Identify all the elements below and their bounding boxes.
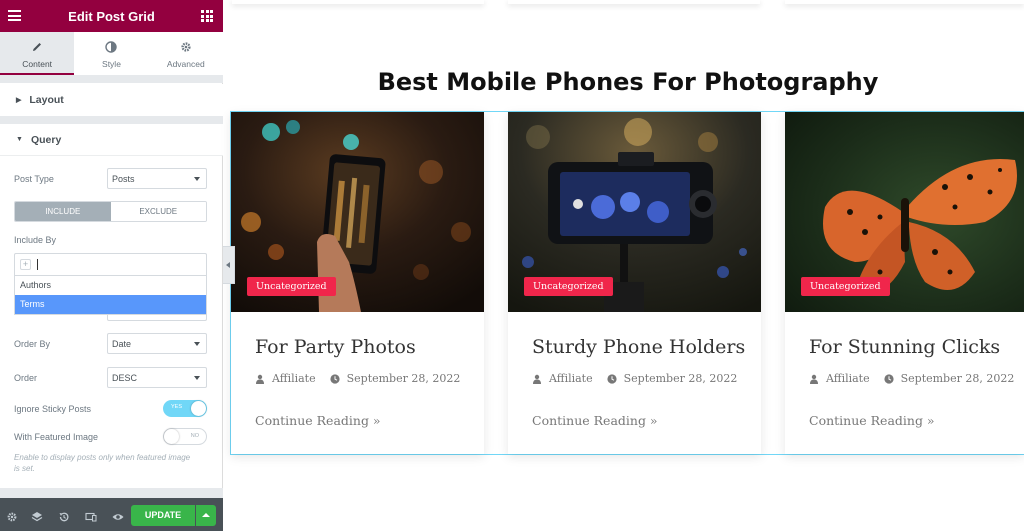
toggle-knob [191,401,206,416]
section-divider [0,488,223,498]
exclude-button[interactable]: EXCLUDE [110,202,206,221]
post-date: September 28, 2022 [623,372,738,385]
user-icon [256,374,264,384]
clock-icon [884,373,894,384]
previous-row-card [508,0,760,4]
section-divider [0,116,223,124]
panel-header: Edit Post Grid [0,0,223,32]
tab-style-label: Style [102,59,121,69]
widgets-grid-icon[interactable] [201,10,213,22]
post-title[interactable]: For Stunning Clicks [809,336,1000,358]
preview-icon[interactable] [112,511,124,523]
collapse-panel-button[interactable] [223,246,235,284]
post-meta: Affiliate September 28, 2022 [809,372,1014,385]
category-badge[interactable]: Uncategorized [524,277,613,296]
post-author[interactable]: Affiliate [272,372,316,385]
panel-title: Edit Post Grid [68,8,155,24]
order-value: DESC [112,373,138,383]
update-options-button[interactable] [196,505,216,526]
featured-image-description: Enable to display posts only when featur… [14,453,191,473]
chevron-down-icon [194,177,200,181]
editor-panel: Edit Post Grid Content Style Advanced ▶ … [0,0,223,531]
tab-content[interactable]: Content [0,32,75,75]
toggle-state: YES [171,404,183,410]
post-meta: Affiliate September 28, 2022 [532,372,737,385]
section-layout[interactable]: ▶ Layout [0,84,223,116]
user-icon [810,374,818,384]
post-card: Uncategorized Sturdy Phone Holders Affil… [508,112,761,454]
post-type-select[interactable]: Posts [107,168,207,189]
tab-advanced-label: Advanced [166,59,205,69]
pencil-icon [33,43,42,51]
post-author[interactable]: Affiliate [826,372,870,385]
post-type-label: Post Type [14,174,54,184]
clock-icon [607,373,617,384]
include-by-dropdown: Authors Terms [14,275,207,315]
option-authors[interactable]: Authors [15,276,206,295]
post-title[interactable]: Sturdy Phone Holders [532,336,745,358]
post-author[interactable]: Affiliate [549,372,593,385]
update-button[interactable]: UPDATE [131,505,195,526]
post-card: Uncategorized For Stunning Clicks Affili… [785,112,1024,454]
include-by-label: Include By [14,235,57,245]
section-divider [0,75,223,83]
tab-style[interactable]: Style [74,32,148,75]
previous-row-card [785,0,1024,4]
clock-icon [330,373,340,384]
featured-image-label: With Featured Image [14,432,99,442]
history-icon[interactable] [58,511,70,523]
plus-icon: + [20,259,31,270]
post-date: September 28, 2022 [346,372,461,385]
include-exclude-switcher: INCLUDE EXCLUDE [14,201,207,222]
page-heading: Best Mobile Phones For Photography [377,68,879,96]
panel-tabs: Content Style Advanced [0,32,223,75]
continue-reading-link[interactable]: Continue Reading » [532,413,658,428]
user-icon [533,374,541,384]
post-title[interactable]: For Party Photos [255,336,416,358]
chevron-down-icon [194,376,200,380]
tab-content-label: Content [22,59,53,69]
ignore-sticky-label: Ignore Sticky Posts [14,404,92,414]
post-date: September 28, 2022 [900,372,1015,385]
section-layout-label: Layout [29,94,64,106]
toggle-knob [164,429,179,444]
caret-right-icon: ▶ [16,97,22,104]
order-by-value: Date [112,339,132,349]
previous-row-card [232,0,484,4]
order-label: Order [14,373,38,383]
post-meta: Affiliate September 28, 2022 [255,372,460,385]
ignore-sticky-toggle[interactable]: YES [163,400,207,417]
post-type-value: Posts [112,174,135,184]
include-by-input[interactable]: + [14,253,207,275]
order-by-label: Order By [14,339,51,349]
continue-reading-link[interactable]: Continue Reading » [809,413,935,428]
category-badge[interactable]: Uncategorized [801,277,890,296]
toggle-state: NO [190,433,199,439]
responsive-icon[interactable] [85,511,97,523]
category-badge[interactable]: Uncategorized [247,277,336,296]
option-terms[interactable]: Terms [15,295,206,314]
post-card: Uncategorized For Party Photos Affiliate… [231,112,484,454]
gear-icon [181,42,191,52]
order-select[interactable]: DESC [107,367,207,388]
tab-advanced[interactable]: Advanced [149,32,223,75]
half-circle-icon [105,41,118,53]
menu-icon[interactable] [8,10,21,21]
caret-down-icon: ▼ [16,136,23,143]
include-button[interactable]: INCLUDE [15,202,111,221]
section-query-label: Query [30,133,62,146]
chevron-down-icon [194,342,200,346]
order-by-select[interactable]: Date [107,333,207,354]
layers-icon[interactable] [31,511,43,523]
continue-reading-link[interactable]: Continue Reading » [255,413,381,428]
settings-icon[interactable] [6,511,18,523]
text-cursor [37,259,38,270]
featured-image-toggle[interactable]: NO [163,428,207,445]
section-query[interactable]: ▼ Query [0,124,223,156]
